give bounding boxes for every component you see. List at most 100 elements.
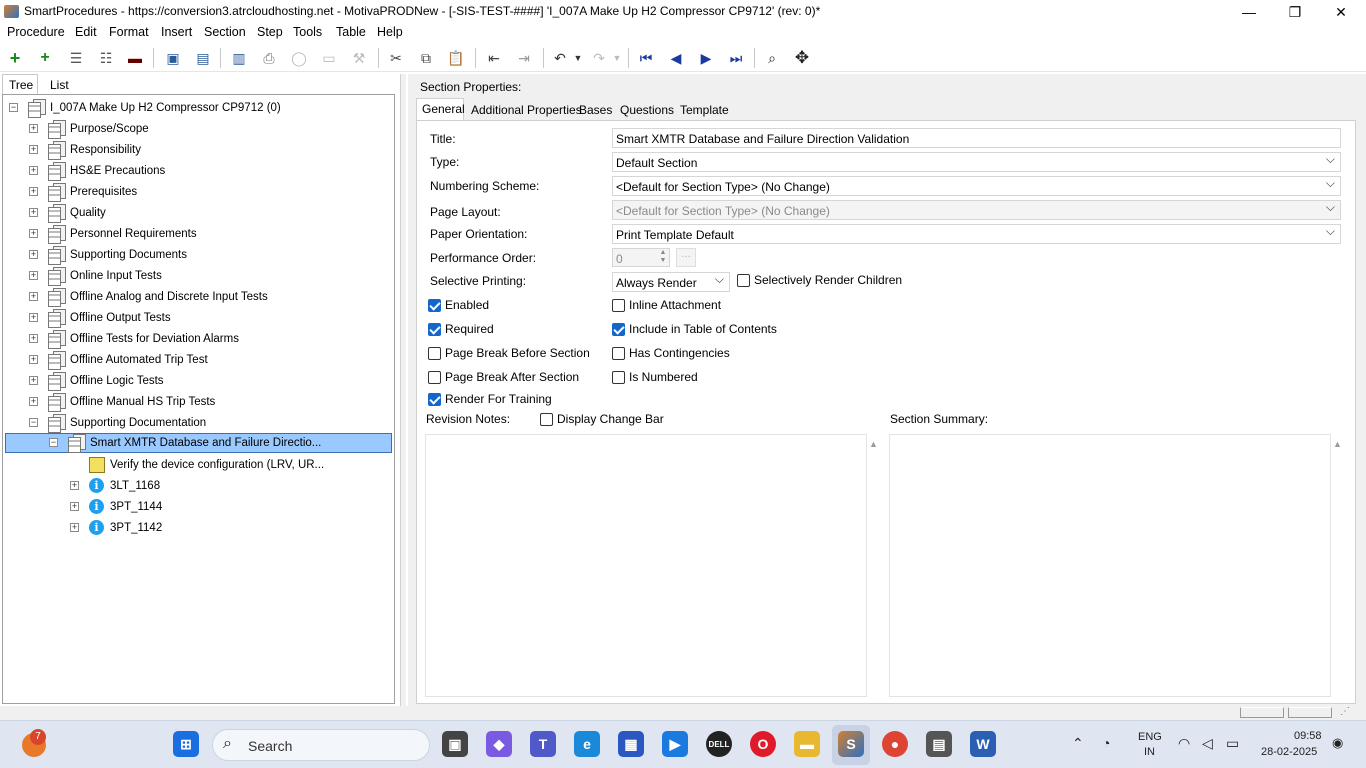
procedure-tree[interactable]: − I_007A Make Up H2 Compressor CP9712 (0… (2, 94, 395, 704)
menu-step[interactable]: Step (257, 25, 283, 39)
indent-icon[interactable]: ☰ (66, 48, 86, 68)
task-view-icon[interactable]: ▣ (442, 731, 468, 757)
network-status-icon[interactable]: ◔ (1102, 735, 1110, 751)
move-icon[interactable]: ✥ (792, 48, 812, 68)
clock-time[interactable]: 09:58 (1294, 730, 1322, 742)
enabled-checkbox[interactable] (428, 299, 441, 312)
tree-section[interactable]: + HS&E Precautions (7, 161, 377, 181)
tree-step[interactable]: Verify the device configuration (LRV, UR… (7, 455, 377, 475)
is-numbered-checkbox[interactable] (612, 371, 625, 384)
word-icon[interactable]: W (970, 731, 996, 757)
battery-icon[interactable]: ▭ (1226, 735, 1239, 752)
menu-help[interactable]: Help (377, 25, 403, 39)
tree-section[interactable]: + Prerequisites (7, 182, 377, 202)
edge-icon[interactable]: e (574, 731, 600, 757)
language-indicator[interactable]: ENG (1138, 731, 1162, 743)
close-button[interactable]: ✕ (1318, 0, 1364, 24)
tree-selected-section[interactable]: − Smart XMTR Database and Failure Direct… (5, 433, 392, 453)
next-icon[interactable]: ▶ (696, 48, 716, 68)
menu-procedure[interactable]: Procedure (7, 25, 65, 39)
outdent-icon[interactable]: ☷ (96, 48, 116, 68)
tree-section[interactable]: + Quality (7, 203, 377, 223)
tab-questions[interactable]: Questions (620, 103, 674, 117)
opera-icon[interactable]: O (750, 731, 776, 757)
paste-icon[interactable]: 📋 (446, 48, 466, 68)
tab-template[interactable]: Template (680, 103, 729, 117)
add-child-icon[interactable]: + (35, 48, 55, 68)
numbering-select[interactable]: <Default for Section Type> (No Change) (612, 176, 1341, 196)
render-training-checkbox[interactable] (428, 393, 441, 406)
demote-icon[interactable]: ⇥ (514, 48, 534, 68)
wifi-icon[interactable]: ◠ (1178, 735, 1190, 752)
previous-icon[interactable]: ◀ (666, 48, 686, 68)
display-change-bar-checkbox[interactable] (540, 413, 553, 426)
inline-attachment-checkbox[interactable] (612, 299, 625, 312)
include-toc-checkbox[interactable] (612, 323, 625, 336)
add-icon[interactable]: + (5, 48, 25, 68)
cut-icon[interactable]: ✂ (386, 48, 406, 68)
promote-icon[interactable]: ⇤ (484, 48, 504, 68)
menu-edit[interactable]: Edit (75, 25, 97, 39)
tree-root[interactable]: − I_007A Make Up H2 Compressor CP9712 (0… (7, 98, 387, 118)
redo-dropdown-icon[interactable]: ▼ (607, 48, 627, 68)
copilot-icon[interactable]: ◆ (486, 731, 512, 757)
orientation-select[interactable]: Print Template Default (612, 224, 1341, 244)
tree-section[interactable]: + Offline Output Tests (7, 308, 377, 328)
menu-format[interactable]: Format (109, 25, 149, 39)
selectively-render-children-checkbox[interactable] (737, 274, 750, 287)
tree-info-item[interactable]: + i 3PT_1142 (7, 518, 377, 538)
undo-dropdown-icon[interactable]: ▼ (568, 48, 588, 68)
required-checkbox[interactable] (428, 323, 441, 336)
tree-section[interactable]: + Offline Analog and Discrete Input Tests (7, 287, 377, 307)
menu-insert[interactable]: Insert (161, 25, 192, 39)
tree-section[interactable]: + Personnel Requirements (7, 224, 377, 244)
preview-icon[interactable]: ▥ (229, 48, 249, 68)
pane-splitter[interactable] (400, 74, 406, 706)
spin-arrows-icon[interactable]: ▲ ▼ (658, 249, 668, 266)
tab-additional-properties[interactable]: Additional Properties (471, 103, 582, 117)
performance-browse-button[interactable]: … (676, 248, 696, 267)
page-break-before-checkbox[interactable] (428, 347, 441, 360)
power-automate-icon[interactable]: ▶ (662, 731, 688, 757)
minimize-button[interactable]: — (1226, 0, 1272, 24)
tree-section[interactable]: + Offline Tests for Deviation Alarms (7, 329, 377, 349)
file-explorer-icon[interactable]: ▬ (794, 731, 820, 757)
taskbar-search[interactable]: ⌕ Search (212, 729, 430, 761)
smartprocedures-icon[interactable]: S (838, 731, 864, 757)
tab-tree[interactable]: Tree (2, 74, 38, 94)
last-icon[interactable]: ⏭ (726, 48, 746, 68)
save-icon[interactable]: ▤ (193, 48, 213, 68)
tree-section[interactable]: + Offline Manual HS Trip Tests (7, 392, 377, 412)
chrome-icon[interactable]: ● (882, 731, 908, 757)
tab-general[interactable]: General (416, 98, 465, 120)
title-input[interactable]: Smart XMTR Database and Failure Directio… (612, 128, 1341, 148)
has-contingencies-checkbox[interactable] (612, 347, 625, 360)
page-layout-select[interactable]: <Default for Section Type> (No Change) (612, 200, 1341, 220)
delete-icon[interactable]: ▬ (125, 48, 145, 68)
tab-bases[interactable]: Bases (579, 103, 612, 117)
tab-list[interactable]: List (44, 78, 75, 92)
redo-icon[interactable]: ↷ (589, 48, 609, 68)
remote-desktop-icon[interactable]: ▤ (926, 731, 952, 757)
tree-section[interactable]: + Responsibility (7, 140, 377, 160)
page-break-after-checkbox[interactable] (428, 371, 441, 384)
notifications-icon[interactable]: ◉ (1332, 735, 1343, 751)
selective-printing-select[interactable]: Always Render (612, 272, 730, 292)
tree-section[interactable]: + Offline Automated Trip Test (7, 350, 377, 370)
teams-icon[interactable]: T (530, 731, 556, 757)
undo-icon[interactable]: ↶ (550, 48, 570, 68)
windows-start-icon[interactable]: ⊞ (173, 731, 199, 757)
first-icon[interactable]: ⏮ (636, 48, 656, 68)
revision-notes-textarea[interactable] (425, 434, 867, 697)
type-select[interactable]: Default Section (612, 152, 1341, 172)
scroll-up-icon[interactable]: ▲ (869, 439, 878, 449)
tree-section[interactable]: + Supporting Documents (7, 245, 377, 265)
volume-icon[interactable]: ◁ (1202, 735, 1213, 752)
dell-icon[interactable]: DELL (706, 731, 732, 757)
resize-grip-icon[interactable]: ⋰ (1340, 706, 1350, 717)
menu-section[interactable]: Section (204, 25, 246, 39)
menu-table[interactable]: Table (336, 25, 366, 39)
tree-info-item[interactable]: + i 3LT_1168 (7, 476, 377, 496)
restore-button[interactable]: ❐ (1272, 0, 1318, 24)
tree-section[interactable]: + Online Input Tests (7, 266, 377, 286)
